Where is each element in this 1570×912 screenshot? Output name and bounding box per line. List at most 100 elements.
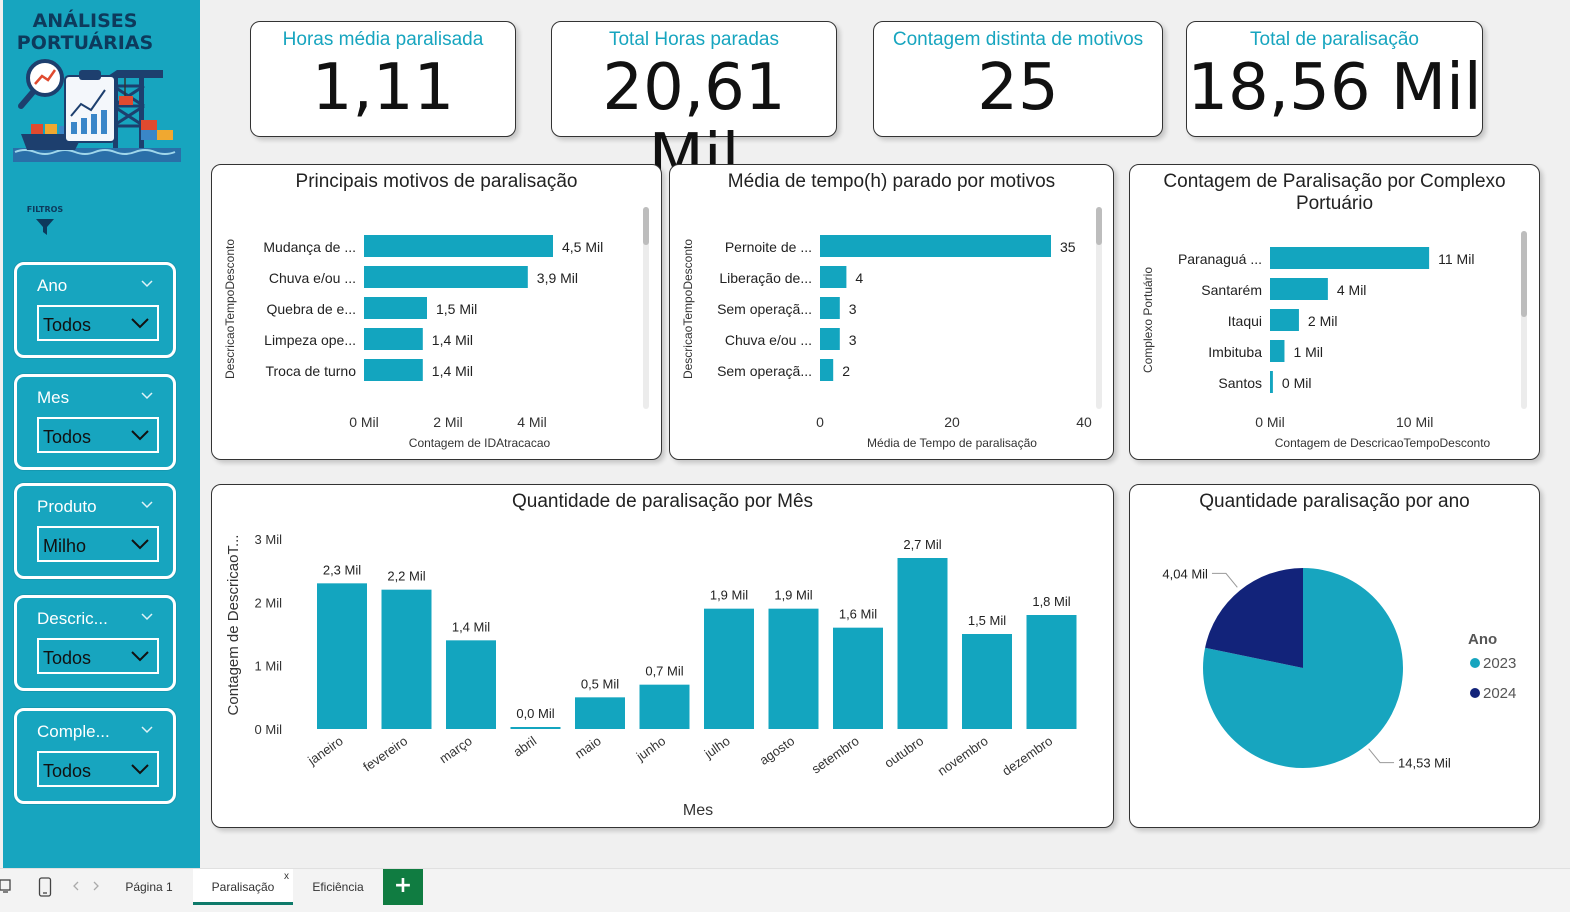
scrollbar[interactable] [1521, 231, 1527, 409]
scrollbar-thumb[interactable] [1096, 207, 1102, 245]
tab-label: Eficiência [312, 880, 364, 894]
x-tick-label: outubro [881, 733, 926, 771]
scrollbar[interactable] [1096, 207, 1102, 409]
y-tick-label: 0 Mil [255, 722, 283, 737]
dropdown-arrow-icon[interactable] [131, 316, 149, 330]
page-tab-bar: Página 1 Paralisação x Eficiência + [0, 868, 1570, 912]
mobile-view-icon[interactable] [38, 877, 52, 897]
tab-close-button[interactable]: x [284, 859, 289, 895]
x-axis-label: Contagem de DescricaoTempoDesconto [1275, 436, 1491, 450]
data-label: 2,2 Mil [387, 569, 425, 584]
kpi-label: Horas média paralisada [282, 29, 484, 50]
data-label: 14,53 Mil [1398, 756, 1451, 771]
dropdown-arrow-icon[interactable] [131, 762, 149, 776]
slicer-ano-value: Todos [43, 315, 92, 335]
dropdown-arrow-icon[interactable] [131, 537, 149, 551]
bar [704, 608, 754, 729]
slicer-mes-dropdown[interactable]: Todos [37, 417, 159, 453]
data-label: 1,5 Mil [968, 613, 1006, 628]
slicer-produto[interactable]: Produto Milho [14, 483, 176, 579]
slicer-ano[interactable]: Ano Todos [14, 262, 176, 358]
category-label: Limpeza ope... [264, 332, 356, 348]
y-tick-label: 2 Mil [255, 595, 283, 610]
category-label: Sem operaçã... [717, 301, 812, 317]
category-label: Sem operaçã... [717, 363, 812, 379]
x-tick-label: dezembro [999, 733, 1055, 778]
tab-pagina-1[interactable]: Página 1 [106, 869, 192, 905]
chevron-down-icon[interactable] [141, 723, 153, 735]
x-tick-label: março [437, 733, 475, 766]
kpi-contagem-motivos[interactable]: Contagem distinta de motivos 25 [873, 21, 1163, 137]
data-label: 0,5 Mil [581, 676, 619, 691]
brand-line-2: PORTUÁRIAS [16, 32, 154, 54]
tab-paralisacao[interactable]: Paralisação x [193, 869, 293, 905]
data-label: 4,5 Mil [562, 239, 603, 255]
data-label: 35 [1060, 239, 1076, 255]
data-label: 1,5 Mil [436, 301, 477, 317]
chevron-left-icon[interactable] [72, 881, 80, 891]
chevron-down-icon[interactable] [141, 610, 153, 622]
scrollbar[interactable] [643, 207, 649, 409]
dropdown-arrow-icon[interactable] [131, 649, 149, 663]
chart-card-complexo[interactable]: Contagem de Paralisação por Complexo Por… [1129, 164, 1540, 460]
bar [446, 640, 496, 729]
slicer-descricao-dropdown[interactable]: Todos [37, 638, 159, 674]
y-axis-label: DescricaoTempoDesconto [223, 239, 237, 379]
category-label: Imbituba [1208, 344, 1262, 360]
slicer-descricao[interactable]: Descric... Todos [14, 595, 176, 691]
x-axis-label: Média de Tempo de paralisação [867, 436, 1037, 450]
x-tick-label: junho [633, 733, 668, 764]
x-tick-label: 0 Mil [1255, 414, 1285, 430]
data-label: 1,6 Mil [839, 607, 877, 622]
chevron-down-icon[interactable] [141, 277, 153, 289]
scrollbar-thumb[interactable] [643, 207, 649, 245]
chart-card-media[interactable]: Média de tempo(h) parado por motivos Per… [669, 164, 1114, 460]
chevron-right-icon[interactable] [92, 881, 100, 891]
x-tick-label: 0 Mil [349, 414, 379, 430]
kpi-total-horas[interactable]: Total Horas paradas 20,61 Mil [551, 21, 837, 193]
data-label: 1,4 Mil [432, 332, 473, 348]
x-tick-label: 2 Mil [433, 414, 463, 430]
scrollbar-thumb[interactable] [1521, 231, 1527, 317]
slicer-mes[interactable]: Mes Todos [14, 374, 176, 470]
slicer-complexo[interactable]: Comple... Todos [14, 708, 176, 804]
category-label: Itaqui [1228, 313, 1262, 329]
chart-media-svg: Pernoite de ... 35 Liberação de... 4 Sem ope… [681, 235, 1092, 450]
chevron-down-icon[interactable] [141, 498, 153, 510]
bar [1026, 615, 1077, 729]
chart-card-motivos[interactable]: Principais motivos de paralisação Mudanç… [211, 164, 662, 460]
data-label: 1,9 Mil [710, 588, 748, 603]
desktop-view-icon[interactable] [0, 877, 14, 895]
x-tick-label: 0 [816, 414, 824, 430]
chart-motivos-svg: Mudança de ... 4,5 Mil Chuva e/ou ... 3,9 M… [223, 235, 603, 450]
bar [364, 359, 423, 381]
dropdown-arrow-icon[interactable] [131, 428, 149, 442]
slicer-produto-dropdown[interactable]: Milho [37, 526, 159, 562]
kpi-horas-media[interactable]: Horas média paralisada 1,11 [250, 21, 516, 137]
category-label: Paranaguá ... [1178, 251, 1262, 267]
chart-complexo-svg: Paranaguá ... 11 Mil Santarém 4 Mil Itaqui 2 … [1141, 247, 1491, 450]
slicer-complexo-dropdown[interactable]: Todos [37, 751, 159, 787]
category-label: Santarém [1201, 282, 1262, 298]
kpi-total-paralisacao[interactable]: Total de paralisação 18,56 Mil [1186, 21, 1483, 137]
data-label: 0 Mil [1282, 375, 1312, 391]
kpi-label: Total de paralisação [1250, 29, 1419, 50]
slicer-ano-dropdown[interactable]: Todos [37, 305, 159, 341]
chevron-down-icon[interactable] [141, 389, 153, 401]
slicer-produto-value: Milho [43, 536, 87, 556]
x-tick-label: abril [510, 733, 539, 759]
filters-label: FILTROS [26, 205, 64, 214]
data-label: 1 Mil [1293, 344, 1323, 360]
funnel-icon [36, 219, 54, 235]
slicer-complexo-title: Comple... [37, 722, 110, 741]
data-label: 3 [849, 332, 857, 348]
category-label: Chuva e/ou ... [269, 270, 356, 286]
add-page-button[interactable]: + [383, 869, 423, 905]
chart-card-mes[interactable]: Quantidade de paralisação por Mês 0 Mil 1… [211, 484, 1114, 828]
chart-card-ano[interactable]: Quantidade paralisação por ano 14,53 Mil… [1129, 484, 1540, 828]
slicer-descricao-title: Descric... [37, 609, 108, 628]
bar [962, 634, 1012, 729]
tab-eficiencia[interactable]: Eficiência [294, 869, 382, 905]
slicer-complexo-value: Todos [43, 761, 92, 781]
kpi-value: 25 [977, 51, 1059, 125]
